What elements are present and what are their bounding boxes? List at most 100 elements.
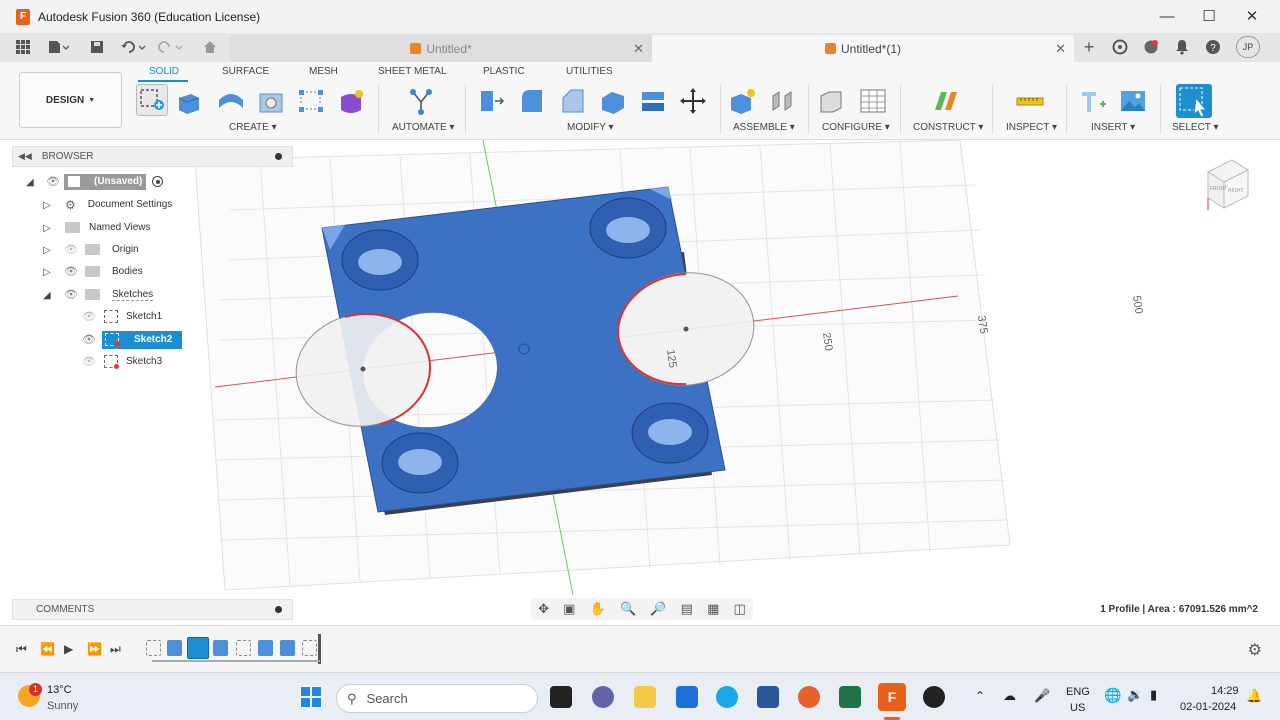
select-menu[interactable]: SELECT ▾: [1172, 122, 1219, 133]
file-explorer-icon[interactable]: [634, 686, 656, 708]
configuration-table-icon[interactable]: [858, 86, 888, 116]
step-forward-icon[interactable]: ⏩: [87, 642, 102, 656]
close-tab-icon[interactable]: ✕: [1055, 41, 1066, 57]
gear-icon[interactable]: ⚙: [1248, 640, 1262, 660]
pin-icon[interactable]: [275, 153, 282, 160]
grid-settings-icon[interactable]: ▦: [707, 601, 719, 617]
tab-sheet-metal[interactable]: SHEET METAL: [378, 66, 447, 77]
store-icon[interactable]: [676, 686, 698, 708]
clock-time[interactable]: 14:29: [1211, 685, 1239, 697]
home-icon[interactable]: [200, 37, 220, 57]
inspect-menu[interactable]: INSPECT ▾: [1006, 122, 1057, 133]
collapse-triangle-icon[interactable]: ◢: [43, 290, 53, 301]
volume-icon[interactable]: 🔉: [1127, 687, 1143, 703]
close-icon[interactable]: ✕: [1237, 5, 1267, 27]
insert-derive-icon[interactable]: [1078, 86, 1108, 116]
tab-utilities[interactable]: UTILITIES: [566, 66, 613, 77]
activate-radio-icon[interactable]: [152, 176, 164, 187]
expand-triangle-icon[interactable]: ▷: [43, 200, 53, 211]
network-icon[interactable]: 🌐: [1104, 687, 1121, 704]
weather-temp[interactable]: 13°C: [47, 684, 72, 696]
expand-triangle-icon[interactable]: ▷: [43, 223, 53, 234]
comments-panel-header[interactable]: COMMENTS: [12, 599, 293, 620]
new-component-icon[interactable]: [728, 86, 758, 116]
taskbar-search[interactable]: ⚲ Search: [336, 684, 538, 713]
minimize-icon[interactable]: —: [1152, 5, 1182, 27]
press-pull-icon[interactable]: [476, 86, 506, 116]
measure-icon[interactable]: [1015, 86, 1045, 116]
create-form-icon[interactable]: [336, 86, 366, 116]
firefox-icon[interactable]: [798, 686, 820, 708]
microphone-icon[interactable]: 🎤: [1034, 688, 1050, 704]
configure-menu[interactable]: CONFIGURE ▾: [822, 122, 890, 133]
pin-icon[interactable]: [275, 606, 282, 613]
chat-icon[interactable]: [592, 686, 614, 708]
configure-icon[interactable]: [818, 86, 848, 116]
plus-icon[interactable]: +: [1078, 37, 1100, 57]
pattern-icon[interactable]: [296, 86, 326, 116]
eye-icon[interactable]: 👁: [64, 266, 78, 278]
play-icon[interactable]: ▶: [64, 642, 73, 656]
cloud-icon[interactable]: ☁: [1003, 688, 1016, 704]
insert-canvas-icon[interactable]: [1118, 86, 1148, 116]
timeline-hole-icon[interactable]: [213, 640, 228, 656]
collapse-panel-icon[interactable]: ◀◀: [18, 151, 32, 162]
browser-item-named-views[interactable]: ▷ Named Views: [43, 218, 151, 237]
eye-icon[interactable]: 👁: [82, 356, 96, 368]
browser-panel-header[interactable]: ◀◀ BROWSER: [12, 146, 293, 167]
look-at-icon[interactable]: ▣: [563, 601, 575, 617]
workspace-switcher[interactable]: DESIGN ▼: [19, 72, 122, 128]
language-indicator[interactable]: ENG: [1066, 686, 1090, 698]
maximize-icon[interactable]: ☐: [1194, 5, 1224, 27]
expand-triangle-icon[interactable]: ▷: [43, 245, 53, 256]
pan-icon[interactable]: ✋: [590, 601, 606, 617]
redo-icon[interactable]: [155, 37, 185, 57]
eye-icon[interactable]: 👁: [82, 311, 96, 323]
notifications-bell-icon[interactable]: 🔔: [1246, 688, 1262, 704]
browser-root[interactable]: ◢ 👁 (Unsaved): [26, 172, 164, 191]
create-sketch-icon[interactable]: [136, 84, 168, 116]
assemble-menu[interactable]: ASSEMBLE ▾: [733, 122, 795, 133]
tab-mesh[interactable]: MESH: [309, 66, 338, 77]
fusion-taskbar-icon[interactable]: F: [878, 683, 906, 711]
revolve-icon[interactable]: [216, 86, 246, 116]
zoom-icon[interactable]: 🔍: [620, 601, 636, 617]
browser-item-sketches[interactable]: ◢ 👁 Sketches: [43, 285, 154, 304]
step-back-icon[interactable]: ⏪: [40, 642, 55, 656]
excel-icon[interactable]: [839, 686, 861, 708]
file-icon[interactable]: [44, 37, 74, 57]
eye-icon[interactable]: 👁: [46, 176, 60, 188]
go-to-start-icon[interactable]: ⏮: [16, 642, 27, 657]
bell-icon[interactable]: [1172, 37, 1192, 57]
fit-icon[interactable]: 🔎: [650, 601, 666, 617]
tab-plastic[interactable]: PLASTIC: [483, 66, 525, 77]
move-copy-icon[interactable]: [678, 86, 708, 116]
battery-icon[interactable]: ▮: [1150, 687, 1157, 703]
browser-item-bodies[interactable]: ▷ 👁 Bodies: [43, 262, 143, 281]
save-icon[interactable]: [88, 37, 106, 57]
timeline-extrude-icon[interactable]: [258, 640, 273, 656]
edge-icon[interactable]: [716, 686, 738, 708]
eye-icon[interactable]: 👁: [82, 334, 96, 346]
undo-icon[interactable]: [118, 37, 148, 57]
browser-item-sketch3[interactable]: 👁 Sketch3: [80, 352, 162, 371]
modify-menu[interactable]: MODIFY ▾: [567, 122, 614, 133]
chamfer-icon[interactable]: [558, 86, 588, 116]
grid-icon[interactable]: [14, 37, 32, 57]
combine-icon[interactable]: [638, 86, 668, 116]
user-avatar[interactable]: JP: [1236, 36, 1260, 58]
collapse-triangle-icon[interactable]: ◢: [26, 177, 36, 188]
root-component[interactable]: (Unsaved): [64, 173, 147, 190]
close-tab-icon[interactable]: ✕: [633, 41, 644, 57]
app-icon[interactable]: [923, 686, 945, 708]
extensions-icon[interactable]: [1110, 37, 1130, 57]
timeline-sketch-icon[interactable]: [302, 640, 317, 656]
automate-menu[interactable]: AUTOMATE ▾: [392, 122, 454, 133]
shell-icon[interactable]: [598, 86, 628, 116]
job-status-icon[interactable]: [1141, 37, 1161, 57]
eye-icon[interactable]: 👁: [64, 244, 78, 256]
chevron-up-icon[interactable]: ⌃: [975, 689, 985, 703]
timeline-sketch-icon[interactable]: [146, 640, 161, 656]
orbit-icon[interactable]: ✥: [538, 601, 549, 617]
extrude-icon[interactable]: [174, 86, 204, 116]
